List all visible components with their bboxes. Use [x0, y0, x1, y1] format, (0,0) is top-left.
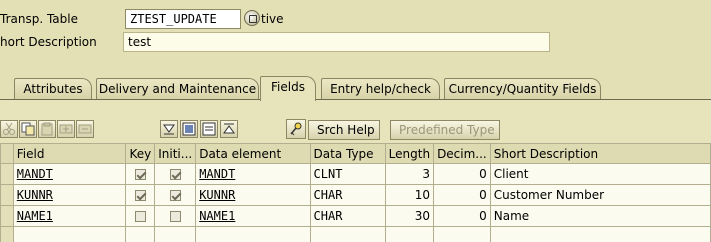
column-header-data-element[interactable]: Data element [195, 143, 311, 164]
initial-checkbox-cell[interactable] [154, 205, 197, 227]
length-cell: 10 [384, 184, 435, 206]
short-description-cell [489, 226, 711, 242]
data-type-cell: CHAR [309, 184, 386, 206]
data-element-cell[interactable]: MANDT [195, 163, 311, 185]
field-cell[interactable]: KUNNR [12, 184, 127, 206]
table-row[interactable]: NAME1 NAME1 CHAR 30 0 Name [0, 205, 711, 227]
delete-row-icon[interactable] [76, 120, 94, 138]
key-checkbox-cell[interactable] [125, 205, 156, 227]
initial-checkbox[interactable] [169, 211, 181, 222]
column-header-length[interactable]: Length [384, 143, 435, 164]
filter-up-icon[interactable] [220, 120, 238, 138]
activation-status-text: tive [261, 12, 284, 26]
table-row-empty[interactable] [0, 226, 711, 242]
key-checkbox[interactable] [134, 211, 146, 222]
tab-label: Currency/Quantity Fields [448, 82, 597, 96]
tab-label: Attributes [23, 82, 83, 96]
tab-label: Fields [271, 80, 305, 94]
copy-icon[interactable] [19, 120, 37, 138]
table-header-row: Field Key Initi... Data element Data Typ… [0, 143, 711, 164]
short-description-cell: Client [489, 163, 711, 185]
row-selector-header[interactable] [0, 143, 14, 164]
initial-checkbox-cell[interactable] [154, 184, 197, 206]
key-checkbox[interactable] [134, 169, 146, 180]
key-icon[interactable] [286, 119, 306, 139]
tab-attributes[interactable]: Attributes [14, 78, 92, 100]
tab-fields[interactable]: Fields [260, 76, 316, 101]
field-cell[interactable] [12, 226, 127, 242]
field-cell[interactable]: MANDT [12, 163, 127, 185]
tab-delivery-maintenance[interactable]: Delivery and Maintenance [96, 78, 259, 100]
key-checkbox-cell[interactable] [125, 226, 156, 242]
decimals-cell: 0 [433, 184, 491, 206]
tab-currency-quantity-fields[interactable]: Currency/Quantity Fields [444, 78, 601, 100]
column-header-decimals[interactable]: Decim... [433, 143, 491, 164]
short-description-field[interactable]: test [123, 32, 550, 52]
insert-row-icon[interactable] [57, 120, 75, 138]
table-name-label: Transp. Table [0, 12, 78, 26]
tab-entry-help-check[interactable]: Entry help/check [321, 78, 440, 100]
length-cell [384, 226, 435, 242]
row-selector[interactable] [0, 163, 14, 185]
table-row[interactable]: MANDT MANDT CLNT 3 0 Client [0, 163, 711, 185]
filter-down-icon[interactable] [160, 120, 178, 138]
tab-label: Entry help/check [330, 82, 431, 96]
cut-icon[interactable] [0, 120, 18, 138]
short-description-cell: Customer Number [489, 184, 711, 206]
predefined-type-button[interactable]: Predefined Type [390, 120, 500, 140]
tab-label: Delivery and Maintenance [98, 82, 257, 96]
row-selector[interactable] [0, 226, 14, 242]
short-description-cell: Name [489, 205, 711, 227]
data-element-cell[interactable]: NAME1 [195, 205, 311, 227]
decimals-cell: 0 [433, 163, 491, 185]
fields-table: Field Key Initi... Data element Data Typ… [0, 143, 711, 242]
search-help-button[interactable]: Srch Help [308, 120, 380, 140]
initial-checkbox-cell[interactable] [154, 226, 197, 242]
row-selector[interactable] [0, 205, 14, 227]
decimals-cell: 0 [433, 205, 491, 227]
tab-strip: Attributes Delivery and Maintenance Fiel… [0, 76, 711, 101]
row-selector[interactable] [0, 184, 14, 206]
initial-checkbox[interactable] [169, 190, 181, 201]
short-description-label: hort Description [0, 35, 97, 49]
deselect-icon[interactable] [200, 120, 218, 138]
activation-status-icon[interactable] [244, 10, 260, 26]
column-header-data-type[interactable]: Data Type [309, 143, 386, 164]
length-cell: 3 [384, 163, 435, 185]
field-cell[interactable]: NAME1 [12, 205, 127, 227]
data-type-cell [309, 226, 386, 242]
initial-checkbox[interactable] [169, 169, 181, 180]
data-element-cell[interactable] [195, 226, 311, 242]
table-row[interactable]: KUNNR KUNNR CHAR 10 0 Customer Number [0, 184, 711, 206]
key-checkbox[interactable] [134, 190, 146, 201]
column-header-short-description[interactable]: Short Description [489, 143, 711, 164]
key-checkbox-cell[interactable] [125, 163, 156, 185]
column-header-initial[interactable]: Initi... [154, 143, 197, 164]
key-checkbox-cell[interactable] [125, 184, 156, 206]
initial-checkbox-cell[interactable] [154, 163, 197, 185]
length-cell: 30 [384, 205, 435, 227]
data-element-cell[interactable]: KUNNR [195, 184, 311, 206]
table-name-field[interactable]: ZTEST_UPDATE [125, 9, 241, 29]
decimals-cell [433, 226, 491, 242]
column-header-field[interactable]: Field [12, 143, 127, 164]
select-all-icon[interactable] [180, 120, 198, 138]
paste-icon[interactable] [38, 120, 56, 138]
data-type-cell: CLNT [309, 163, 386, 185]
column-header-key[interactable]: Key [125, 143, 156, 164]
data-type-cell: CHAR [309, 205, 386, 227]
